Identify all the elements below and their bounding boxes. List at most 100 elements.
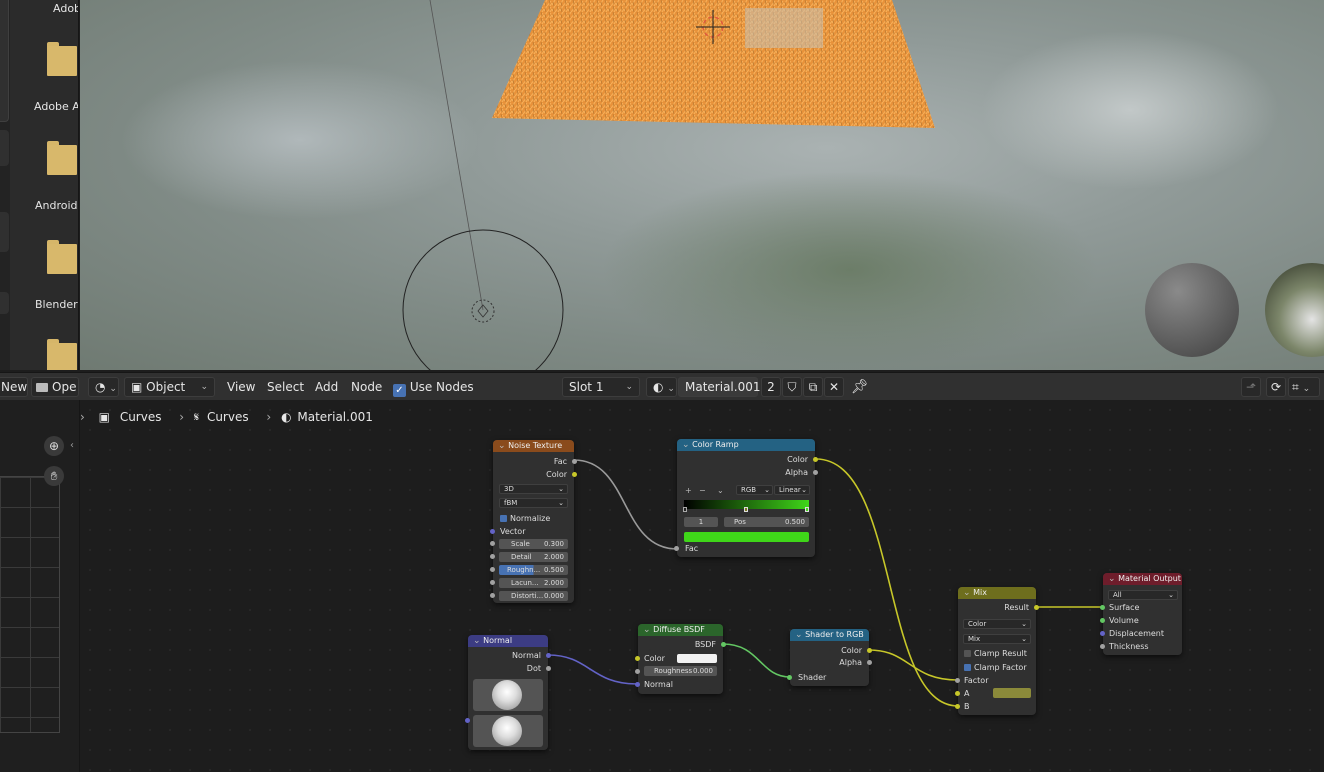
stop-pos-field[interactable]: Pos 0.500 [724,517,809,527]
normal-node[interactable]: ⌄ Normal Normal Dot [465,635,551,750]
roughness-field[interactable]: Roughn... 0.500 [499,565,568,575]
duplicate-icon[interactable]: ⧉ [803,377,823,397]
socket-shader-in[interactable] [787,675,792,680]
snap-mode-button[interactable]: ⌗ ⌄ [1288,377,1320,397]
3d-viewport[interactable] [80,0,1324,370]
normal-input-widget[interactable] [473,715,543,747]
color-swatch[interactable] [677,654,717,663]
socket-bsdf-out[interactable] [721,642,726,647]
socket-color-out[interactable] [867,648,872,653]
ramp-stop[interactable] [805,507,809,512]
noise-type-select[interactable]: fBM ⌄ [499,498,568,508]
menu-node[interactable]: Node [351,377,382,397]
socket-roughness-in[interactable] [490,567,495,572]
node-header[interactable]: ⌄ Normal [468,635,548,647]
chevron-down-icon[interactable]: ⌄ [717,486,724,495]
node-header[interactable]: ⌄ Color Ramp [677,439,815,451]
file-browser-scrollbar[interactable] [0,0,10,370]
socket-roughness-in[interactable] [635,669,640,674]
clamp-factor-checkbox[interactable]: Clamp Factor [964,663,1027,672]
stop-color-swatch[interactable] [684,532,809,542]
mode-select[interactable]: ▣ Object ⌄ [124,377,215,397]
node-header[interactable]: ⌄ Mix [958,587,1036,599]
material-output-node[interactable]: ⌄ Material Output All ⌄ Surface Volume Di… [1100,573,1182,655]
node-header[interactable]: ⌄ Material Output [1103,573,1182,585]
breadcrumb-material[interactable]: Material.001 [297,410,372,424]
mix-node[interactable]: ⌄ Mix Result Color ⌄ Mix ⌄ Clamp Result Cl… [955,587,1039,715]
socket-fac-out[interactable] [572,459,577,464]
ramp-stop[interactable] [744,507,748,512]
file-item[interactable]: Blender [28,240,78,311]
file-item[interactable] [28,339,78,370]
menu-add[interactable]: Add [315,377,338,397]
file-item[interactable]: Android [28,141,78,212]
socket-a-in[interactable] [955,691,960,696]
clamp-result-checkbox[interactable]: Clamp Result [964,649,1027,658]
target-select[interactable]: All ⌄ [1108,590,1178,600]
dimensions-select[interactable]: 3D ⌄ [499,484,568,494]
roughness-field[interactable]: Roughness 0.000 [644,666,717,676]
use-nodes-toggle[interactable]: ✓ Use Nodes [393,377,474,397]
detail-field[interactable]: Detail 2.000 [499,552,568,562]
breadcrumb-object[interactable]: Curves [120,410,162,424]
socket-detail-in[interactable] [490,554,495,559]
socket-fac-in[interactable] [674,546,679,551]
blend-mode-select[interactable]: Mix ⌄ [963,634,1031,644]
scale-field[interactable]: Scale 0.300 [499,539,568,549]
pan-hand-icon[interactable]: ✋︎ [44,466,64,486]
node-header[interactable]: ⌄ Noise Texture [493,440,574,452]
pin-icon[interactable]: 📌︎ [851,377,869,397]
slot-select[interactable]: Slot 1 ⌄ [562,377,640,397]
interpolation-select[interactable]: Linear ⌄ [774,485,810,495]
color-mode-select[interactable]: RGB ⌄ [736,485,773,495]
menu-view[interactable]: View [227,377,255,397]
breadcrumb-data[interactable]: Curves [207,410,249,424]
stop-index-field[interactable]: 1 [684,517,718,527]
socket-scale-in[interactable] [490,541,495,546]
ramp-stop[interactable] [683,507,687,512]
zoom-icon[interactable]: ⊕ [44,436,64,456]
material-browse-button[interactable]: ◐ ⌄ [646,377,677,397]
new-button[interactable]: New [0,377,28,397]
noise-texture-node[interactable]: ⌄ Noise Texture Fac Color 3D ⌄ fBM ⌄ Norma… [490,440,577,603]
shader-to-rgb-node[interactable]: ⌄ Shader to RGB Color Alpha Shader [787,629,872,686]
open-button[interactable]: Ope [31,377,79,397]
distortion-field[interactable]: Distorti... 0.000 [499,591,568,601]
socket-displacement-in[interactable] [1100,631,1105,636]
socket-color-in[interactable] [635,656,640,661]
socket-b-in[interactable] [955,704,960,709]
socket-volume-in[interactable] [1100,618,1105,623]
user-count[interactable]: 2 [761,377,781,397]
socket-lacunarity-in[interactable] [490,580,495,585]
socket-color-out[interactable] [813,457,818,462]
collapse-arrow-icon[interactable]: ‹ [70,440,74,451]
menu-select[interactable]: Select [267,377,304,397]
unlink-icon[interactable]: ✕ [824,377,844,397]
color-b-swatch[interactable] [993,688,1031,698]
socket-alpha-out[interactable] [867,660,872,665]
normal-direction-widget[interactable] [473,679,543,711]
node-header[interactable]: ⌄ Diffuse BSDF [638,624,723,636]
socket-surface-in[interactable] [1100,605,1105,610]
socket-dot-out[interactable] [546,666,551,671]
snap-icon[interactable]: ⟳ [1266,377,1286,397]
color-ramp-node[interactable]: ⌄ Color Ramp Color Alpha + − ⌄ RGB ⌄ Line… [674,439,818,557]
diffuse-bsdf-node[interactable]: ⌄ Diffuse BSDF BSDF Color Roughness 0.000… [635,624,726,694]
parent-node-tree-icon[interactable]: ⬏ [1241,377,1261,397]
socket-color-out[interactable] [572,472,577,477]
lacunarity-field[interactable]: Lacun... 2.000 [499,578,568,588]
editor-type-button[interactable]: ◔ ⌄ [88,377,119,397]
socket-vector-in[interactable] [490,529,495,534]
socket-normal-out[interactable] [546,653,551,658]
material-name-field[interactable]: Material.001 [678,377,760,397]
socket-result-out[interactable] [1034,605,1039,610]
socket-distortion-in[interactable] [490,593,495,598]
socket-normal-in[interactable] [465,718,470,723]
node-header[interactable]: ⌄ Shader to RGB [790,629,869,641]
socket-normal-in[interactable] [635,682,640,687]
add-stop-icon[interactable]: + [685,486,692,495]
fake-user-icon[interactable]: ⛉ [782,377,802,397]
file-item[interactable]: Adob [28,2,78,15]
socket-thickness-in[interactable] [1100,644,1105,649]
socket-alpha-out[interactable] [813,470,818,475]
